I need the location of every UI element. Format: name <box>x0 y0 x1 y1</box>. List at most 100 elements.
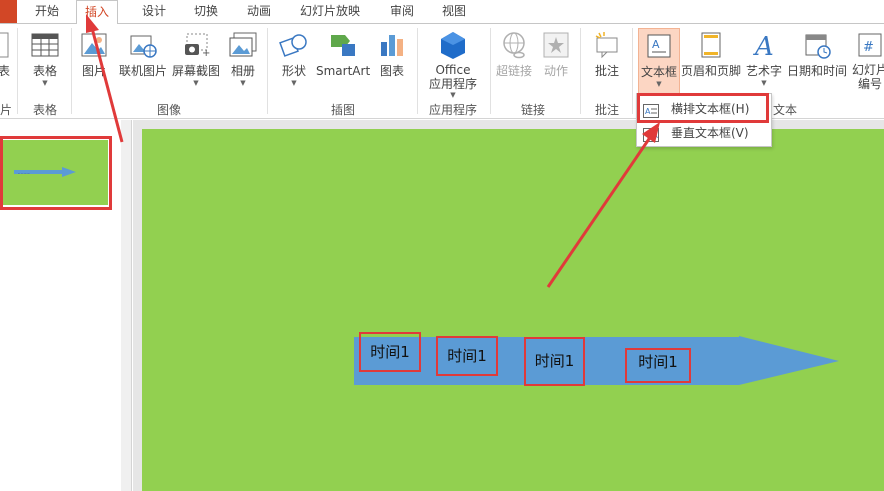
group-separator <box>267 28 268 114</box>
tab-insert[interactable]: 插入 <box>76 0 119 24</box>
time-textbox-1[interactable]: 时间1 <box>359 332 421 372</box>
slide-number-label-line2: 编号 <box>857 77 882 91</box>
calendar-icon <box>802 30 832 60</box>
screenshot-label: 屏幕截图 <box>171 64 220 78</box>
group-separator <box>417 28 418 114</box>
slide-canvas[interactable]: 时间1 时间1 时间1 时间1 <box>142 129 884 491</box>
time-textbox-2[interactable]: 时间1 <box>436 336 498 376</box>
timeline-arrow-shape[interactable] <box>142 129 884 491</box>
svg-text:A: A <box>753 32 774 60</box>
chart-button[interactable]: 图表 <box>374 30 410 79</box>
action-label: 动作 <box>543 64 568 78</box>
online-picture-icon <box>128 30 158 60</box>
tab-view[interactable]: 视图 <box>434 0 474 23</box>
group-separator <box>71 28 72 114</box>
chevron-down-icon: ▼ <box>761 79 767 87</box>
header-footer-label: 页眉和页脚 <box>680 64 741 78</box>
tab-transitions[interactable]: 切换 <box>186 0 226 23</box>
time-textbox-4[interactable]: 时间1 <box>625 348 691 383</box>
partial-label: 表 <box>0 64 10 78</box>
globe-link-icon <box>499 30 529 60</box>
tab-design[interactable]: 设计 <box>134 0 174 23</box>
picture-label: 图片 <box>81 64 106 78</box>
group-label-images: 图像 <box>156 103 181 117</box>
header-footer-icon <box>696 30 726 60</box>
office-apps-button[interactable]: Office 应用程序 ▼ <box>422 30 484 99</box>
album-label: 相册 <box>230 64 255 78</box>
chevron-down-icon: ▼ <box>656 80 662 88</box>
group-separator <box>17 28 18 114</box>
slide-number-button[interactable]: # 幻灯片 编号 <box>850 30 884 91</box>
hyperlink-label: 超链接 <box>495 64 532 78</box>
office-apps-label-line2: 应用程序 <box>428 77 477 91</box>
smartart-button[interactable]: SmartArt <box>316 30 370 79</box>
tab-animations[interactable]: 动画 <box>239 0 279 23</box>
file-tab[interactable] <box>0 0 17 23</box>
vertical-textbox-icon: A <box>643 126 659 142</box>
wordart-label: 艺术字 <box>745 64 782 78</box>
group-label-text: 文本 <box>772 103 797 117</box>
ribbon-tab-bar: 开始 插入 设计 切换 动画 幻灯片放映 审阅 视图 <box>0 0 884 24</box>
annotation-box-thumbnail <box>0 136 112 210</box>
textbox-button[interactable]: A 文本框 ▼ <box>638 28 680 94</box>
comment-button[interactable]: 批注 <box>588 30 626 79</box>
group-label-partial: 片 <box>0 103 13 117</box>
screenshot-button[interactable]: + 屏幕截图 ▼ <box>170 30 222 87</box>
action-button[interactable]: 动作 <box>540 30 572 79</box>
datetime-label: 日期和时间 <box>786 64 847 78</box>
star-action-icon <box>541 30 571 60</box>
group-label-apps: 应用程序 <box>428 103 477 117</box>
group-label-illustrations: 插图 <box>330 103 355 117</box>
page-icon <box>0 30 22 60</box>
svg-text:#: # <box>863 40 874 55</box>
table-button[interactable]: 表格 ▼ <box>24 30 66 87</box>
comment-icon <box>592 30 622 60</box>
group-separator <box>632 28 633 114</box>
shapes-label: 形状 <box>281 64 306 78</box>
office-store-icon <box>438 30 468 60</box>
annotation-box-menu-item <box>637 93 769 123</box>
group-separator <box>490 28 491 114</box>
tab-slideshow[interactable]: 幻灯片放映 <box>292 0 368 23</box>
textbox-icon: A <box>644 31 674 61</box>
datetime-button[interactable]: 日期和时间 <box>786 30 848 79</box>
screenshot-icon: + <box>181 30 211 60</box>
menu-item-vertical-label: 垂直文本框(V) <box>671 126 749 140</box>
picture-button[interactable]: 图片 <box>78 30 110 79</box>
thumbnail-scrollbar[interactable] <box>121 120 131 491</box>
smartart-icon <box>328 30 358 60</box>
album-icon <box>228 30 258 60</box>
chart-label: 图表 <box>379 64 404 78</box>
comment-label: 批注 <box>594 64 619 78</box>
table-icon <box>30 30 60 60</box>
online-picture-label: 联机图片 <box>118 64 167 78</box>
group-separator <box>580 28 581 114</box>
shapes-icon <box>279 30 309 60</box>
chevron-down-icon: ▼ <box>193 79 199 87</box>
wordart-icon: A <box>749 30 779 62</box>
hyperlink-button[interactable]: 超链接 <box>494 30 534 79</box>
group-label-links: 链接 <box>520 103 545 117</box>
chevron-down-icon: ▼ <box>240 79 246 87</box>
office-apps-label-line1: Office <box>435 63 471 77</box>
partial-button[interactable]: 表 <box>0 30 10 79</box>
time-textbox-3[interactable]: 时间1 <box>524 337 585 386</box>
picture-icon <box>79 30 109 60</box>
tab-review[interactable]: 审阅 <box>382 0 422 23</box>
chevron-down-icon: ▼ <box>42 79 48 87</box>
table-label: 表格 <box>32 64 57 78</box>
textbox-label: 文本框 <box>640 65 677 79</box>
online-picture-button[interactable]: 联机图片 <box>117 30 169 79</box>
chevron-down-icon: ▼ <box>291 79 297 87</box>
chevron-down-icon: ▼ <box>450 91 456 99</box>
tab-home[interactable]: 开始 <box>27 0 67 23</box>
slide-number-label-line1: 幻灯片 <box>851 63 884 77</box>
group-label-comments: 批注 <box>594 103 619 117</box>
group-label-table: 表格 <box>32 103 57 117</box>
menu-item-vertical-textbox[interactable]: A 垂直文本框(V) <box>637 121 771 145</box>
slide-number-icon: # <box>855 30 884 60</box>
album-button[interactable]: 相册 ▼ <box>226 30 260 87</box>
wordart-button[interactable]: A 艺术字 ▼ <box>744 30 784 87</box>
shapes-button[interactable]: 形状 ▼ <box>276 30 312 87</box>
header-footer-button[interactable]: 页眉和页脚 <box>680 30 742 79</box>
